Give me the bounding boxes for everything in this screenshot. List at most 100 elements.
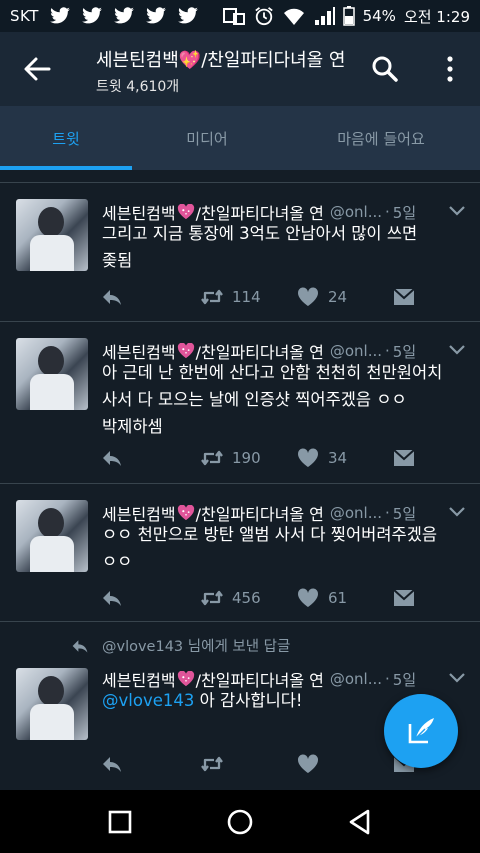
reply-icon	[103, 451, 121, 466]
direct-message-button[interactable]	[392, 447, 416, 469]
tweet-actions	[100, 753, 430, 777]
tweet-text-line: 아 근데 난 한번에 산다고 안함 천천히 천만원어치	[102, 363, 443, 382]
profile-tabs: 트윗 미디어 마음에 들어요	[0, 106, 480, 170]
separator-dot: ·	[385, 342, 390, 360]
chevron-down-icon[interactable]	[448, 672, 466, 684]
retweet-count: 114	[232, 288, 261, 306]
envelope-icon	[393, 449, 415, 466]
direct-message-button[interactable]	[392, 587, 416, 609]
reply-context: @vlove143 님에게 보낸 답글	[70, 635, 290, 656]
status-right: 54% 오전 1:29	[222, 6, 470, 27]
square-icon	[108, 810, 132, 833]
retweet-button[interactable]: 456	[200, 587, 261, 609]
twitter-notification-icon	[113, 7, 134, 24]
more-options-icon[interactable]	[440, 54, 460, 84]
like-count: 61	[328, 589, 348, 607]
tweet-actions: 456 61	[100, 587, 430, 611]
avatar[interactable]	[16, 199, 88, 271]
chevron-down-icon[interactable]	[448, 506, 466, 518]
retweet-count: 456	[232, 589, 261, 607]
tweet-item[interactable]: 세븐틴컴백 /찬일파티다녀올 연 @onl... · 5일 ㅇㅇ 천만으로 방탄…	[0, 484, 480, 622]
reply-button[interactable]	[100, 447, 124, 469]
triangle-back-icon	[349, 809, 370, 834]
reply-context-text: @vlove143 님에게 보낸 답글	[102, 639, 291, 655]
tweet-text-line: ㅇㅇ	[102, 552, 133, 571]
status-bar: SKT 54% 오전 1:29	[0, 0, 480, 32]
twitter-notification-icon	[145, 7, 166, 24]
carrier-label: SKT	[10, 7, 39, 25]
compose-feather-icon	[408, 718, 434, 744]
retweet-count: 190	[232, 449, 261, 467]
chevron-down-icon[interactable]	[448, 205, 466, 217]
profile-app-bar: 세븐틴컴백💖/찬일파티다녀올 연 트윗 4,610개	[0, 32, 480, 106]
reply-icon	[103, 591, 121, 606]
reply-icon	[103, 290, 121, 305]
tweet-item[interactable]: 세븐틴컴백 /찬일파티다녀올 연 @onl... · 5일 그리고 지금 통장에…	[0, 183, 480, 322]
retweet-button[interactable]	[200, 753, 232, 775]
heart-icon	[297, 754, 319, 773]
tab-media[interactable]: 미디어	[132, 106, 282, 170]
twitter-notification-icon	[49, 7, 70, 24]
heart-icon	[297, 588, 319, 607]
tweet-text-line: 박제하셈	[102, 417, 163, 436]
system-navigation-bar	[0, 790, 480, 853]
reply-button[interactable]	[100, 587, 124, 609]
envelope-icon	[393, 589, 415, 606]
tweet-actions: 190 34	[100, 447, 430, 471]
reply-button[interactable]	[100, 286, 124, 308]
battery-percent: 54%	[362, 7, 396, 25]
retweet-button[interactable]: 114	[200, 286, 261, 308]
like-button[interactable]: 24	[296, 286, 347, 308]
tweet-text-line: ㅇㅇ 천만으로 방탄 앨범 사서 다 찢어버려주겠음	[102, 525, 438, 544]
tab-likes[interactable]: 마음에 들어요	[282, 106, 480, 170]
mention-link[interactable]: @vlove143	[102, 691, 194, 710]
separator-dot: ·	[385, 670, 390, 688]
chevron-down-icon[interactable]	[448, 344, 466, 356]
avatar[interactable]	[16, 338, 88, 410]
screen-cast-icon	[222, 8, 245, 25]
retweet-icon	[201, 756, 223, 772]
like-count: 24	[328, 288, 348, 306]
retweet-button[interactable]: 190	[200, 447, 261, 469]
sparkling-heart-icon	[177, 671, 194, 687]
signal-icon	[314, 7, 335, 25]
tweet-text-line: 아 감사합니다!	[194, 691, 303, 710]
avatar[interactable]	[16, 500, 88, 572]
direct-message-button[interactable]	[392, 286, 416, 308]
wifi-icon	[283, 8, 304, 25]
tweet-text: ㅇㅇ 천만으로 방탄 앨범 사서 다 찢어버려주겠음 ㅇㅇ	[102, 521, 468, 575]
twitter-notification-icon	[81, 7, 102, 24]
separator-dot: ·	[385, 203, 390, 221]
back-button[interactable]	[345, 807, 375, 837]
back-arrow-icon[interactable]	[22, 54, 52, 84]
heart-icon	[297, 287, 319, 306]
search-icon[interactable]	[370, 54, 400, 84]
tweet-text: 아 근데 난 한번에 산다고 안함 천천히 천만원어치 사서 다 모으는 날에 …	[102, 359, 468, 440]
user-handle: @onl...	[329, 670, 383, 688]
reply-icon	[103, 757, 121, 772]
home-button[interactable]	[225, 807, 255, 837]
sparkling-heart-icon	[177, 505, 194, 521]
circle-icon	[227, 809, 253, 834]
clock: 오전 1:29	[403, 7, 470, 26]
tweet-count: 트윗 4,610개	[96, 79, 180, 95]
retweet-icon	[201, 450, 223, 466]
compose-tweet-button[interactable]	[384, 694, 458, 768]
retweet-icon	[201, 590, 223, 606]
tweet-text-line: 좆됨	[102, 251, 133, 270]
retweet-icon	[201, 289, 223, 305]
like-button[interactable]	[296, 753, 328, 775]
like-button[interactable]: 34	[296, 447, 347, 469]
recent-apps-button[interactable]	[105, 807, 135, 837]
battery-icon	[342, 6, 355, 26]
like-button[interactable]: 61	[296, 587, 347, 609]
tweet-item[interactable]: 세븐틴컴백 /찬일파티다녀올 연 @onl... · 5일 아 근데 난 한번에…	[0, 322, 480, 484]
user-handle: @onl...	[329, 342, 383, 360]
tweet-actions: 114 24	[100, 286, 430, 310]
sparkling-heart-icon	[177, 204, 194, 220]
tab-tweets[interactable]: 트윗	[0, 106, 132, 170]
tweet-text: 그리고 지금 통장에 3억도 안남아서 많이 쓰면 좆됨	[102, 220, 468, 274]
user-handle: @onl...	[329, 203, 383, 221]
avatar[interactable]	[16, 668, 88, 740]
reply-button[interactable]	[100, 753, 124, 775]
